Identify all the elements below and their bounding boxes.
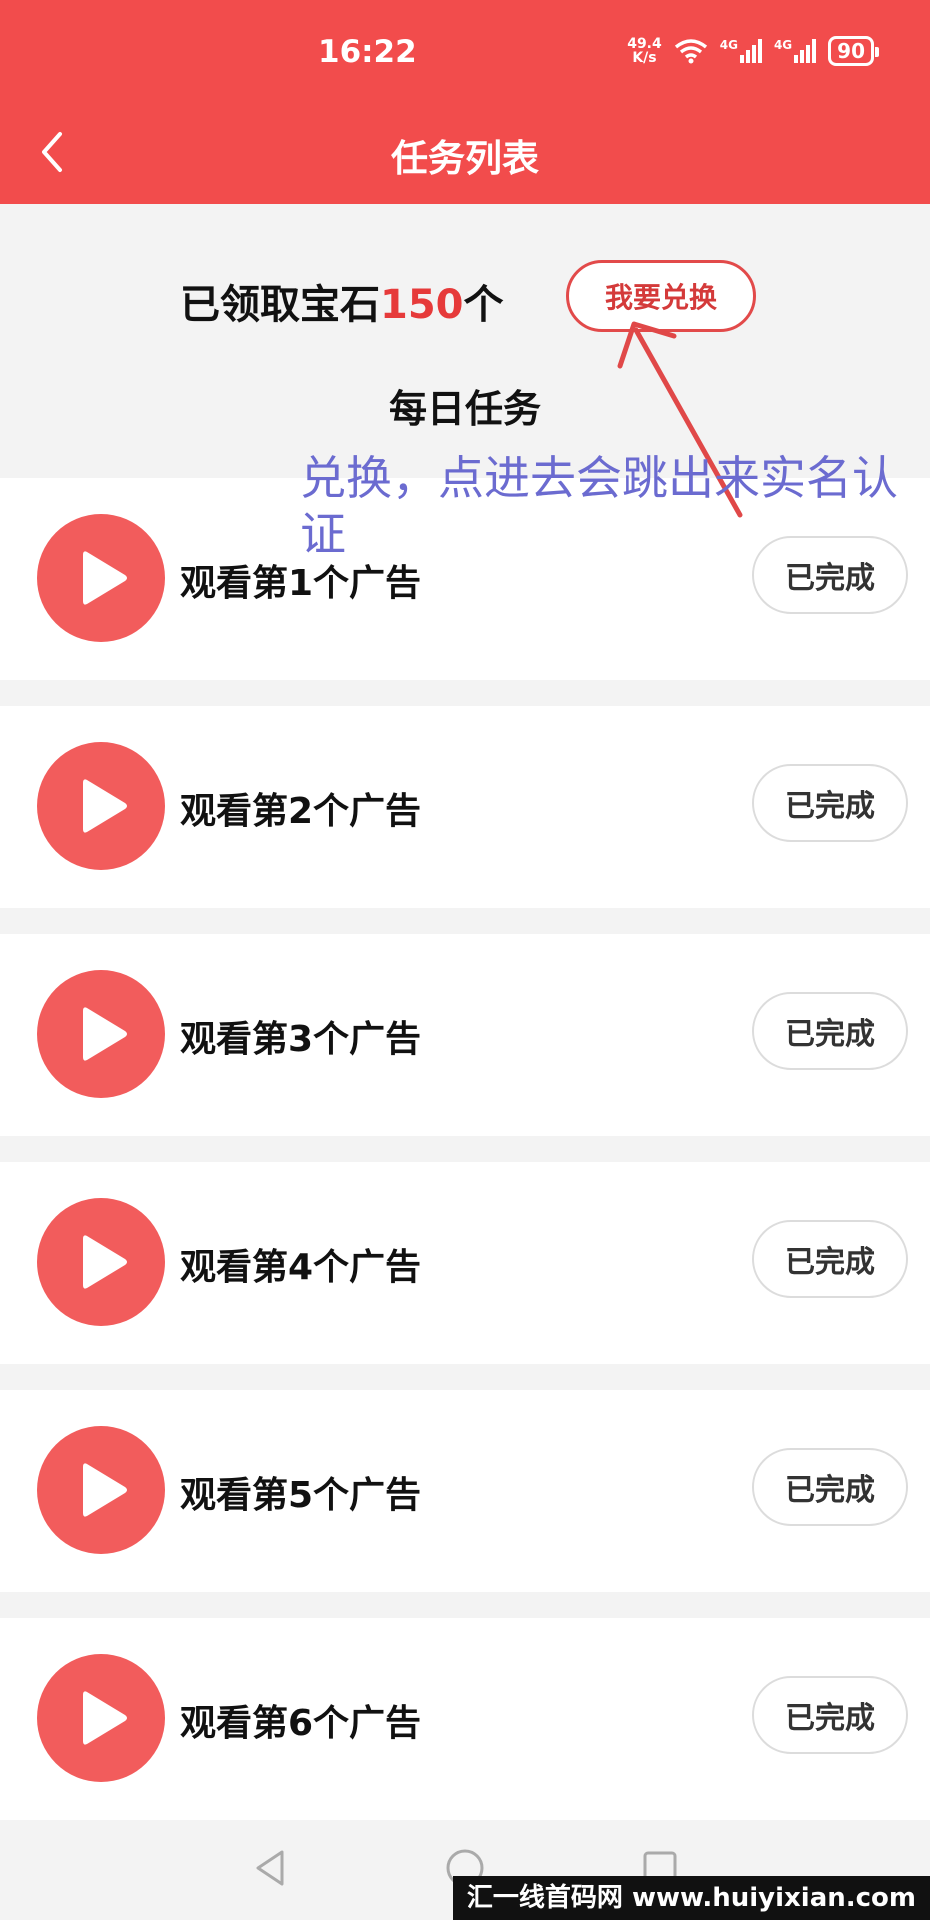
signal-icon-1: 4G [720,39,762,63]
wifi-icon [674,39,707,64]
play-button[interactable] [37,1198,165,1326]
app-header: 16:22 49.4 K/s 4G 4G 90 任务列表 [0,0,930,204]
play-button[interactable] [37,742,165,870]
status-icons: 49.4 K/s 4G 4G 90 [627,36,879,66]
task-list: 观看第1个广告 已完成 观看第2个广告 已完成 观看第3个广告 已完成 观看第4个广告 已完成… [0,478,930,1846]
task-status-button[interactable]: 已完成 [752,1448,908,1526]
task-row: 观看第2个广告 已完成 [0,706,930,908]
task-label: 观看第3个广告 [180,1019,422,1060]
task-label: 观看第2个广告 [180,791,422,832]
nav-back-icon[interactable] [248,1846,292,1890]
task-row: 观看第4个广告 已完成 [0,1162,930,1364]
play-icon [83,1235,127,1289]
play-button[interactable] [37,1426,165,1554]
task-row: 观看第3个广告 已完成 [0,934,930,1136]
gem-count: 150 [380,282,464,328]
play-icon [83,779,127,833]
task-label: 观看第4个广告 [180,1247,422,1288]
play-icon [83,1007,127,1061]
signal-icon-2: 4G [774,39,817,63]
status-time: 16:22 [318,34,417,70]
battery-icon: 90 [828,36,879,66]
watermark: 汇一线首码网 www.huiyixian.com [452,1876,930,1920]
play-button[interactable] [37,1654,165,1782]
net-speed: 49.4 K/s [627,36,662,66]
task-status-button[interactable]: 已完成 [752,1220,908,1298]
task-status-button[interactable]: 已完成 [752,1676,908,1754]
gem-status-text: 已领取宝石150个 [180,282,504,328]
task-status-button[interactable]: 已完成 [752,764,908,842]
page-title: 任务列表 [391,137,539,180]
task-status-button[interactable]: 已完成 [752,992,908,1070]
play-button[interactable] [37,514,165,642]
annotation-text: 兑换，点进去会跳出来实名认证 [300,451,898,561]
task-label: 观看第5个广告 [180,1475,422,1516]
play-icon [83,1691,127,1745]
gem-summary: 已领取宝石150个 我要兑换 每日任务 [0,204,930,478]
task-label: 观看第6个广告 [180,1703,422,1744]
play-icon [83,1463,127,1517]
task-row: 观看第5个广告 已完成 [0,1390,930,1592]
task-row: 观看第6个广告 已完成 [0,1618,930,1820]
play-button[interactable] [37,970,165,1098]
daily-tasks-title: 每日任务 [388,387,541,431]
play-icon [83,551,127,605]
